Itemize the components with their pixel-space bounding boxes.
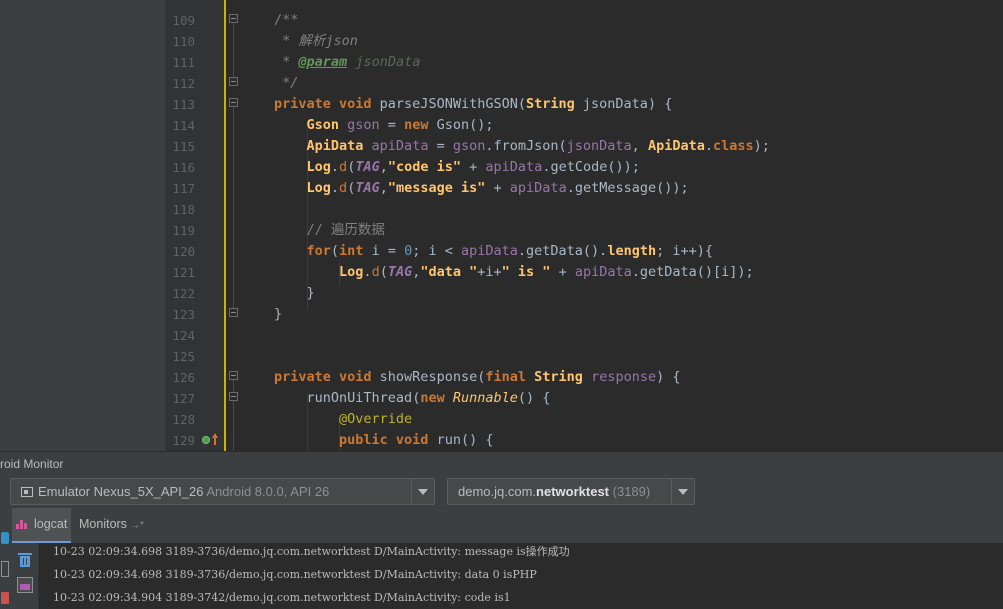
screen-capture-icon[interactable] (17, 577, 33, 593)
fold-marker-icon[interactable] (229, 392, 238, 401)
chevron-down-icon[interactable] (411, 479, 434, 504)
line-number: 109 (172, 13, 195, 28)
line-number: 119 (172, 223, 195, 238)
line-number: 117 (172, 181, 195, 196)
code-line-111: * @param jsonData (274, 54, 421, 70)
line-number: 114 (172, 118, 195, 133)
process-name: networktest (536, 484, 610, 499)
code-line-110: * 解析json (274, 33, 358, 49)
stop-icon[interactable] (1, 592, 9, 604)
process-pid: (3189) (612, 484, 651, 499)
debug-icon[interactable] (1, 532, 9, 544)
line-number: 111 (172, 55, 195, 70)
fold-marker-icon[interactable] (229, 14, 238, 23)
code-editor[interactable]: 109 110 111 112 113 114 115 116 117 118 119 120 121 1… (165, 0, 1003, 451)
line-number: 113 (172, 97, 195, 112)
code-line-109: /** (274, 12, 299, 28)
fold-range-line (233, 107, 234, 308)
code-line-116: Log.d(TAG,"code is" + apiData.getCode())… (306, 159, 640, 175)
code-line-123: } (274, 306, 283, 322)
line-number: 125 (172, 349, 195, 364)
line-number: 120 (172, 244, 195, 259)
code-line-129: public void run() { (339, 432, 494, 448)
fold-range-line (233, 380, 234, 392)
line-number: 122 (172, 286, 195, 301)
left-tool-strip (0, 508, 12, 609)
fold-marker-icon[interactable] (229, 371, 238, 380)
code-line-122: } (274, 285, 315, 301)
device-detail: Android 8.0.0, API 26 (206, 484, 330, 499)
frame-icon[interactable] (1, 561, 9, 577)
panel-title: roid Monitor (0, 457, 64, 471)
pin-icon[interactable]: →* (130, 520, 144, 531)
log-line: 10-23 02:09:34.904 3189-3742/demo.jq.com… (53, 591, 511, 604)
code-line-126: private void showResponse(final String r… (274, 369, 681, 385)
code-line-121: Log.d(TAG,"data "+i+" is " + apiData.get… (339, 264, 754, 280)
code-line-112: */ (274, 75, 299, 91)
line-number: 127 (172, 391, 195, 406)
line-number: 115 (172, 139, 195, 154)
device-selector[interactable]: Emulator Nexus_5X_API_26 Android 8.0.0, … (10, 478, 435, 505)
line-number: 118 (172, 202, 195, 217)
log-line: 10-23 02:09:34.698 3189-3736/demo.jq.com… (53, 568, 537, 581)
code-line-120: for(int i = 0; i < apiData.getData().len… (306, 243, 713, 259)
code-line-114: Gson gson = new Gson(); (306, 117, 494, 133)
code-line-115: ApiData apiData = gson.fromJson(jsonData… (306, 138, 770, 154)
monitor-toolbar: Emulator Nexus_5X_API_26 Android 8.0.0, … (0, 476, 1003, 508)
tab-monitors[interactable]: Monitors →* (79, 508, 144, 543)
code-line-117: Log.d(TAG,"message is" + apiData.getMess… (306, 180, 689, 196)
emulator-icon (21, 487, 33, 497)
fold-range-line (233, 23, 234, 77)
device-name: Emulator Nexus_5X_API_26 (38, 484, 204, 499)
line-number: 121 (172, 265, 195, 280)
fold-range-line (233, 401, 234, 451)
line-number: 123 (172, 307, 195, 322)
process-selector[interactable]: demo.jq.com.networktest (3189) (447, 478, 695, 505)
log-line: 10-23 02:09:34.698 3189-3736/demo.jq.com… (53, 545, 570, 558)
caret-highlight-line (224, 0, 226, 451)
logcat-icon (16, 519, 30, 529)
line-number: 116 (172, 160, 195, 175)
tab-logcat[interactable]: logcat (12, 508, 71, 543)
monitor-tabs: logcat Monitors →* (0, 508, 1003, 544)
line-number: 128 (172, 412, 195, 427)
line-number: 110 (172, 34, 195, 49)
line-number: 129 (172, 433, 195, 448)
line-number: 126 (172, 370, 195, 385)
logcat-side-toolbar (12, 543, 39, 609)
clear-log-trash-icon[interactable] (18, 553, 32, 567)
logcat-output[interactable]: 10-23 02:09:34.698 3189-3736/demo.jq.com… (39, 543, 1003, 609)
code-line-113: private void parseJSONWithGSON(String js… (274, 96, 673, 112)
android-monitor-title-bar: roid Monitor (0, 451, 1003, 477)
line-number: 124 (172, 328, 195, 343)
code-line-119: // 遍历数据 (306, 222, 385, 238)
fold-marker-icon[interactable] (229, 308, 238, 317)
chevron-down-icon[interactable] (671, 479, 694, 504)
code-line-128: @Override (339, 411, 413, 427)
line-number: 112 (172, 76, 195, 91)
code-line-127: runOnUiThread(new Runnable() { (306, 390, 551, 406)
fold-marker-icon[interactable] (229, 77, 238, 86)
override-method-icon[interactable] (202, 433, 218, 447)
fold-marker-icon[interactable] (229, 98, 238, 107)
process-prefix: demo.jq.com. (458, 484, 537, 499)
project-panel-edge (0, 0, 165, 451)
